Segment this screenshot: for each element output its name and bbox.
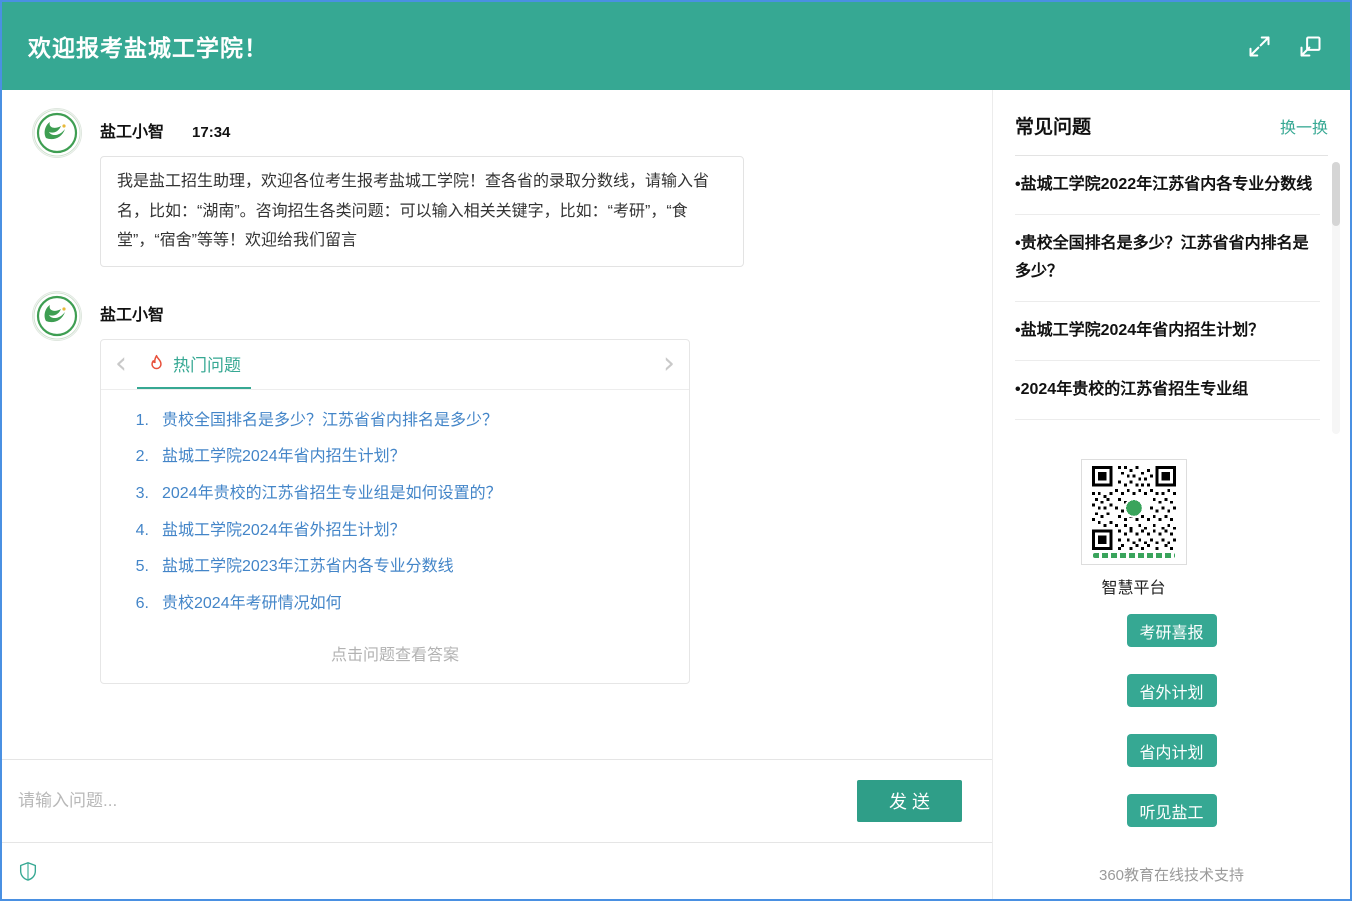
chat-column: 盐工小智 17:34 我是盐工招生助理，欢迎各位考生报考盐城工学院！查各省的录取… [2, 90, 992, 899]
expand-icon[interactable] [1246, 33, 1273, 60]
chevron-left-icon[interactable]: ‹ [115, 352, 127, 376]
bot-name: 盐工小智 [100, 118, 164, 142]
sidebar-button-shengwai[interactable]: 省外计划 [1127, 674, 1217, 707]
sidebar: 常见问题 换一换 •盐城工学院2022年江苏省内各专业分数线 •贵校全国排名是多… [992, 90, 1350, 899]
chevron-right-icon[interactable]: › [663, 352, 675, 376]
faq-title: 常见问题 [1015, 112, 1091, 139]
bot-avatar [32, 108, 82, 158]
shield-icon[interactable] [17, 859, 39, 883]
hot-question-link[interactable]: 1. 贵校全国排名是多少？江苏省省内排名是多少？ [125, 410, 665, 432]
header-icons [1246, 33, 1324, 60]
qr-label: 智慧平台 [1101, 574, 1165, 598]
qr-section: 智慧平台 [993, 459, 1350, 598]
message-list: 盐工小智 17:34 我是盐工招生助理，欢迎各位考生报考盐城工学院！查各省的录取… [2, 90, 992, 759]
bot-avatar [32, 291, 82, 341]
hot-questions-title: 热门问题 [173, 351, 241, 376]
hot-questions-list: 1. 贵校全国排名是多少？江苏省省内排名是多少？ 2. 盐城工学院2024年省内… [101, 390, 689, 634]
chat-input-area: 发 送 [2, 759, 992, 899]
welcome-message-bubble: 我是盐工招生助理，欢迎各位考生报考盐城工学院！查各省的录取分数线，请输入省名，比… [100, 156, 744, 267]
sidebar-buttons: 考研喜报 省外计划 省内计划 听见盐工 [993, 614, 1350, 827]
send-button[interactable]: 发 送 [857, 780, 962, 822]
qr-caption-decoration [1093, 553, 1175, 558]
sidebar-button-shengnei[interactable]: 省内计划 [1127, 734, 1217, 767]
window-header: 欢迎报考盐城工学院！ [2, 2, 1350, 90]
faq-scrollbar-thumb[interactable] [1332, 162, 1340, 226]
support-footer: 360教育在线技术支持 [993, 854, 1350, 899]
chat-window: 欢迎报考盐城工学院！ [0, 0, 1352, 901]
faq-item[interactable]: •盐城工学院2022年江苏省内各专业分数线 [1015, 156, 1320, 215]
faq-item[interactable]: •盐城工学院2024年省内招生计划？ [1015, 302, 1320, 361]
hot-questions-tab: 热门问题 [137, 339, 251, 389]
bot-name: 盐工小智 [100, 301, 164, 325]
hot-question-link[interactable]: 2. 盐城工学院2024年省内招生计划？ [125, 446, 665, 468]
message-time: 17:34 [192, 124, 230, 141]
qr-code [1081, 459, 1187, 565]
hot-questions-hint: 点击问题查看答案 [101, 633, 689, 683]
bot-message-hot-questions: 盐工小智 ‹ 热门问题 [32, 291, 968, 685]
sidebar-button-kaoyan[interactable]: 考研喜报 [1127, 614, 1217, 647]
hot-question-link[interactable]: 5. 盐城工学院2023年江苏省内各专业分数线 [125, 556, 665, 578]
hot-question-link[interactable]: 6. 贵校2024年考研情况如何 [125, 593, 665, 615]
faq-refresh-link[interactable]: 换一换 [1280, 114, 1328, 138]
flame-icon [147, 354, 166, 373]
question-input[interactable] [16, 790, 857, 812]
hot-question-link[interactable]: 3. 2024年贵校的江苏省招生专业组是如何设置的？ [125, 483, 665, 505]
page-title: 欢迎报考盐城工学院！ [28, 29, 268, 63]
hot-questions-card: ‹ 热门问题 › [100, 339, 690, 685]
faq-scrollbar[interactable] [1332, 162, 1340, 434]
hot-question-link[interactable]: 4. 盐城工学院2024年省外招生计划？ [125, 520, 665, 542]
bot-message-welcome: 盐工小智 17:34 我是盐工招生助理，欢迎各位考生报考盐城工学院！查各省的录取… [32, 108, 968, 267]
pop-out-icon[interactable] [1297, 33, 1324, 60]
sidebar-button-tingjian[interactable]: 听见盐工 [1127, 794, 1217, 827]
chat-toolbar [2, 842, 992, 899]
faq-item[interactable]: •贵校全国排名是多少？江苏省省内排名是多少？ [1015, 215, 1320, 302]
faq-item[interactable]: •2024年贵校的江苏省招生专业组 [1015, 361, 1320, 420]
faq-list: •盐城工学院2022年江苏省内各专业分数线 •贵校全国排名是多少？江苏省省内排名… [1015, 156, 1340, 443]
